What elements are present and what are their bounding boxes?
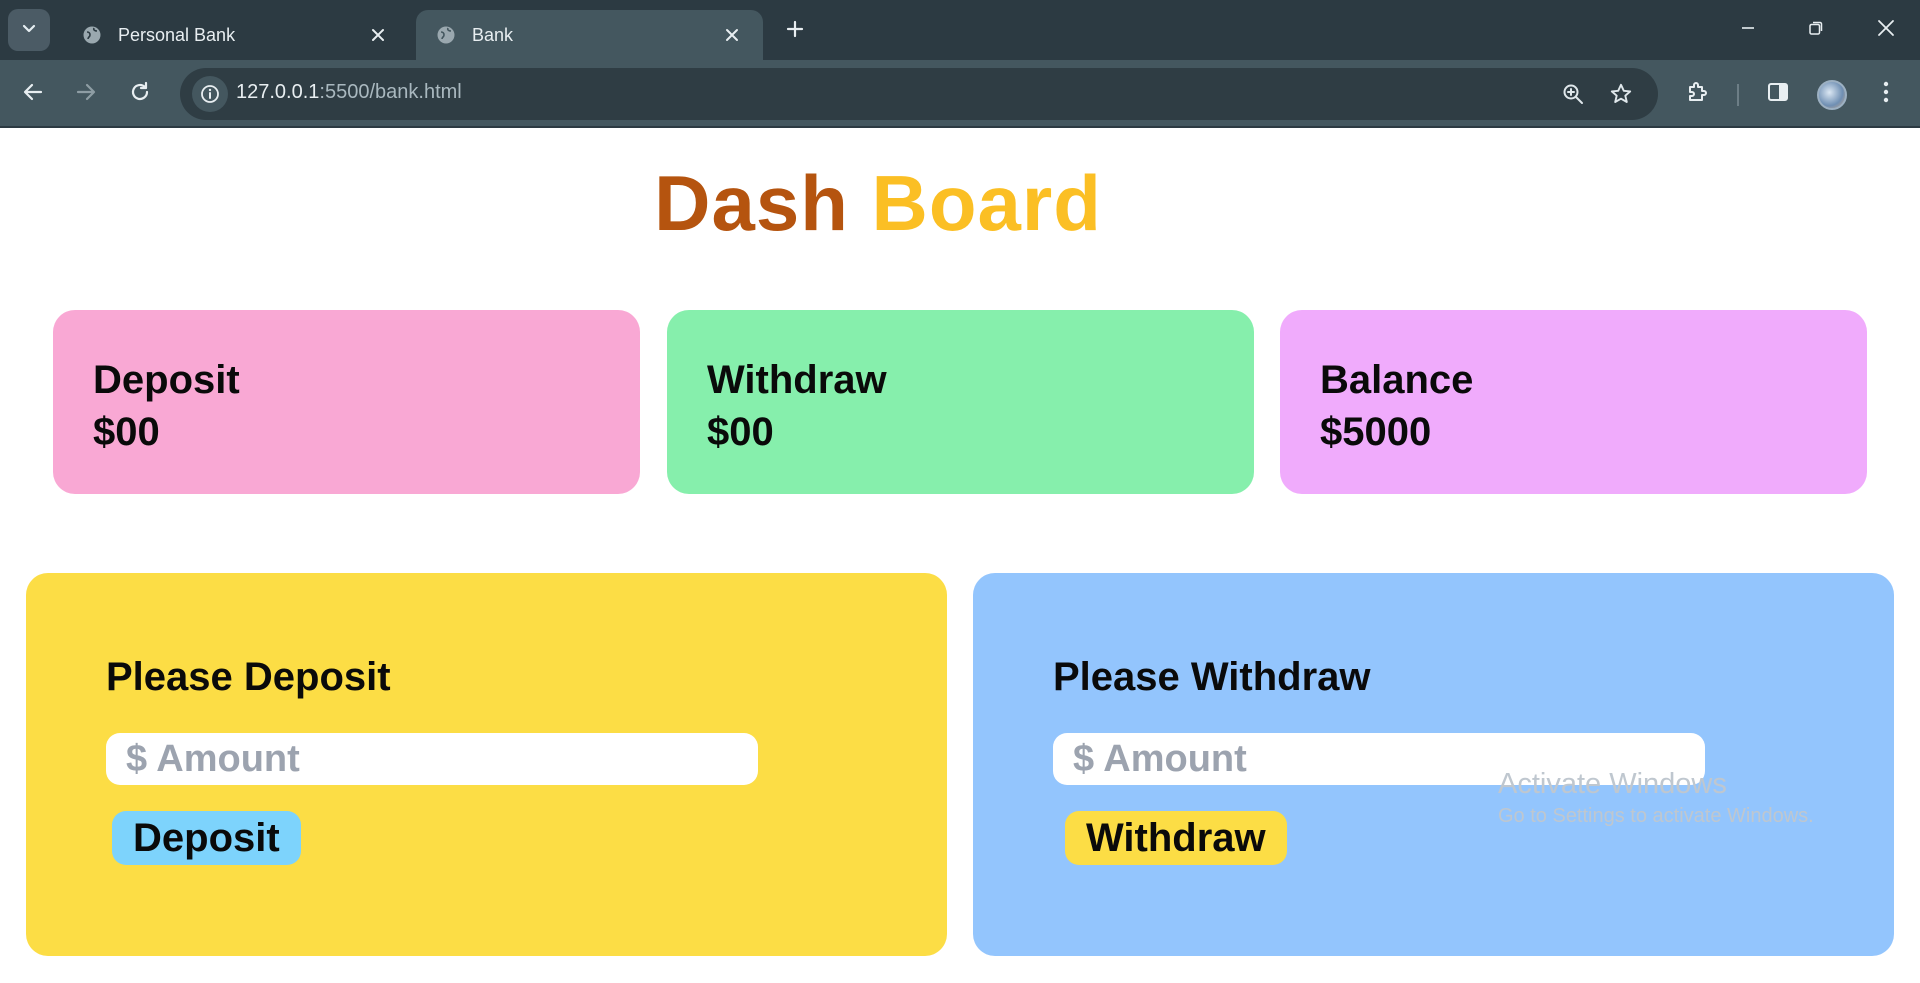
reload-button[interactable] xyxy=(122,76,158,112)
side-panel-button[interactable] xyxy=(1760,76,1796,112)
reload-icon xyxy=(129,81,151,108)
tab-personal-bank[interactable]: Personal Bank xyxy=(62,10,409,60)
deposit-panel: Please Deposit Deposit xyxy=(26,573,947,956)
balance-stat-label: Balance xyxy=(1320,358,1474,402)
back-button[interactable] xyxy=(15,76,51,112)
url-text: 127.0.0.1:5500/bank.html xyxy=(236,81,462,104)
arrow-left-icon xyxy=(22,81,44,108)
plus-icon xyxy=(786,20,804,43)
deposit-amount-input[interactable] xyxy=(106,733,758,785)
withdraw-button[interactable]: Withdraw xyxy=(1065,811,1287,865)
title-word-dash: Dash xyxy=(654,159,849,247)
browser-toolbar: 127.0.0.1:5500/bank.html xyxy=(0,60,1920,128)
tab-bank[interactable]: Bank xyxy=(416,10,763,60)
url-path: :5500/bank.html xyxy=(319,81,462,103)
toolbar-divider xyxy=(1737,84,1739,106)
kebab-menu-icon xyxy=(1883,81,1889,108)
title-word-board: Board xyxy=(871,159,1102,247)
tab-title: Personal Bank xyxy=(118,24,236,45)
profile-avatar[interactable] xyxy=(1817,80,1847,110)
tab-title: Bank xyxy=(472,24,514,45)
arrow-right-icon xyxy=(75,81,97,108)
deposit-stat-value: $00 xyxy=(93,410,160,454)
close-icon xyxy=(1877,19,1895,42)
page-content: Dash Board Deposit $00 Withdraw $00 Bala… xyxy=(0,130,1920,983)
balance-stat-value: $5000 xyxy=(1320,410,1432,454)
withdraw-stat-value: $00 xyxy=(707,410,774,454)
withdraw-stat-card: Withdraw $00 xyxy=(667,310,1254,494)
globe-icon xyxy=(436,25,456,45)
deposit-stat-card: Deposit $00 xyxy=(53,310,640,494)
close-tab-icon[interactable] xyxy=(367,24,389,46)
bookmark-star-icon[interactable] xyxy=(1608,81,1634,107)
minimize-button[interactable] xyxy=(1720,10,1776,50)
withdraw-stat-label: Withdraw xyxy=(707,358,887,402)
restore-icon xyxy=(1808,20,1824,41)
withdraw-amount-input[interactable] xyxy=(1053,733,1705,785)
site-info-icon[interactable] xyxy=(192,76,228,112)
minimize-icon xyxy=(1740,20,1756,41)
deposit-panel-heading: Please Deposit xyxy=(106,655,391,699)
deposit-stat-label: Deposit xyxy=(93,358,240,402)
side-panel-icon xyxy=(1767,81,1789,108)
browser-tab-strip: Personal Bank Bank xyxy=(0,0,1920,60)
browser-menu-button[interactable] xyxy=(1868,76,1904,112)
extensions-button[interactable] xyxy=(1680,76,1716,112)
withdraw-panel: Please Withdraw Withdraw xyxy=(973,573,1894,956)
deposit-button[interactable]: Deposit xyxy=(112,811,301,865)
chevron-down-icon xyxy=(21,20,37,41)
address-bar[interactable]: 127.0.0.1:5500/bank.html xyxy=(180,68,1658,120)
page-title: Dash Board xyxy=(0,158,1756,249)
tab-search-button[interactable] xyxy=(8,9,50,51)
close-window-button[interactable] xyxy=(1858,10,1914,50)
restore-button[interactable] xyxy=(1788,10,1844,50)
balance-stat-card: Balance $5000 xyxy=(1280,310,1867,494)
url-host: 127.0.0.1 xyxy=(236,81,320,103)
close-tab-icon[interactable] xyxy=(721,24,743,46)
forward-button[interactable] xyxy=(68,76,104,112)
puzzle-icon xyxy=(1686,80,1710,109)
new-tab-button[interactable] xyxy=(780,16,810,46)
globe-icon xyxy=(82,25,102,45)
withdraw-panel-heading: Please Withdraw xyxy=(1053,655,1371,699)
zoom-icon[interactable] xyxy=(1560,81,1586,107)
